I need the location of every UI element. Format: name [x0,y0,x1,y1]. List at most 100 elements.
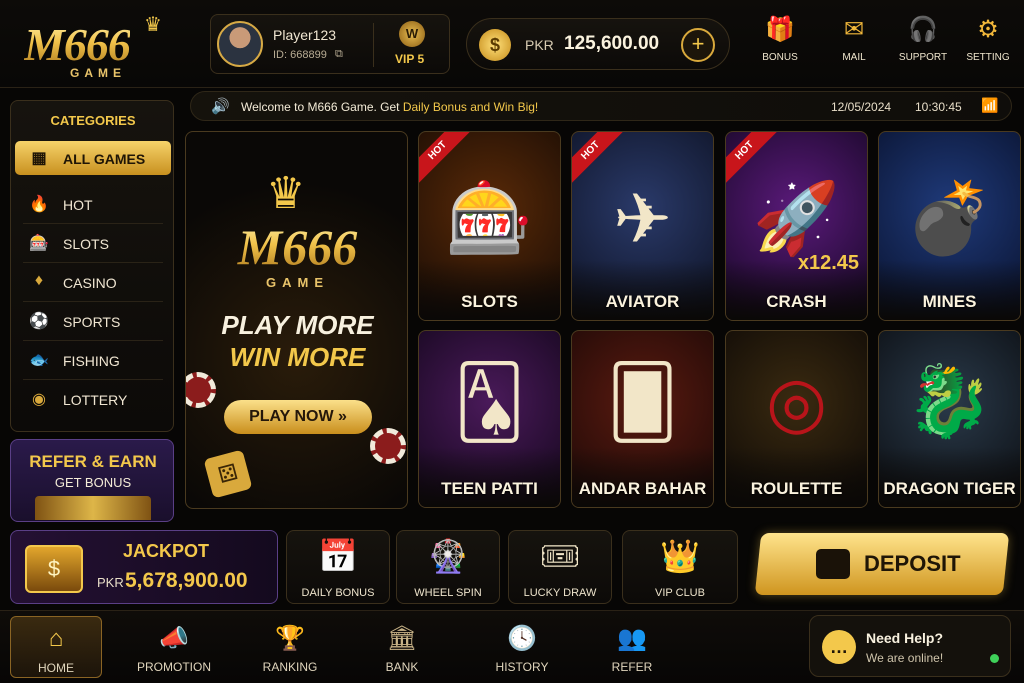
nav-home[interactable]: ⌂ HOME [10,616,102,678]
casino-chip-icon [186,372,216,408]
jackpot-title: JACKPOT [123,541,210,561]
setting-button[interactable]: ⚙ SETTING [958,14,1018,74]
divider [23,223,163,224]
brand-logo[interactable]: ♛ M666 GAME [18,10,188,80]
treasure-icon [35,496,151,520]
deposit-button[interactable]: DEPOSIT [754,533,1010,595]
game-title: DRAGON TIGER [883,479,1016,498]
game-tile-teen-patti[interactable]: 🂡 TEEN PATTI [418,330,561,508]
vip-level[interactable]: VIP 5 [395,52,424,66]
treasure-chest-icon: $ [25,545,83,593]
playing-cards-icon: 🂡 [453,363,526,441]
bonus-label: BONUS [762,52,798,63]
slot-machine-icon: 🎰 [445,179,534,257]
logo-subtext: GAME [70,66,126,80]
sidebar-item-label: CASINO [63,275,117,291]
sidebar-item-label: SLOTS [63,236,109,252]
game-tile-dragon-tiger[interactable]: 🐉 DRAGON TIGER [878,330,1021,508]
flame-icon: 🔥 [29,196,49,213]
football-icon: ⚽ [29,313,49,330]
crown-icon: ♛ [144,14,162,36]
bottom-navigation: ⌂ HOME 📣 PROMOTION 🏆 RANKING 🏛 BANK 🕓 HI… [0,610,1024,683]
card-backs-icon: 🂠 [606,363,679,441]
fish-icon: 🐟 [29,352,49,369]
lottery-ball-icon: ◉ [32,391,46,408]
jackpot-amount: 5,678,900.00 [125,569,248,592]
bonus-button[interactable]: 🎁 BONUS [750,14,810,74]
airplane-icon: ✈ [613,180,672,258]
nav-label: BANK [385,660,419,674]
game-tile-aviator[interactable]: ✈ HOT AVIATOR [571,131,714,321]
wheel-spin-button[interactable]: 🎡 WHEEL SPIN [396,530,500,604]
help-title: Need Help? [866,630,944,646]
nav-promotion[interactable]: 📣 PROMOTION [128,616,220,678]
vip-club-button[interactable]: 👑 VIP CLUB [622,530,738,604]
coin-icon: $ [479,29,511,61]
game-tile-slots[interactable]: 🎰 HOT SLOTS [418,131,561,321]
crash-multiplier: x12.45 [797,252,859,274]
daily-bonus-button[interactable]: 📅 DAILY BONUS [286,530,390,604]
balance-display: $ PKR 125,600.00 + [466,18,730,70]
roulette-wheel-icon: ◎ [765,363,828,441]
mail-button[interactable]: ✉ MAIL [824,14,884,74]
chat-bubble-icon: … [822,630,856,664]
vip-badge-icon: W [399,21,425,47]
live-chat-help[interactable]: … Need Help? We are online! [809,615,1011,677]
history-clock-icon: 🕓 [507,625,537,652]
crown-icon: ♛ [266,169,306,218]
announcement-ticker: 🔊 Welcome to M666 Game. Get Daily Bonus … [190,91,1012,121]
avatar[interactable] [217,21,263,67]
help-status: We are online! [866,651,944,665]
support-button[interactable]: 🎧 SUPPORT [893,14,953,74]
game-tile-mines[interactable]: 💣 MINES [878,131,1021,321]
sidebar-item-slots[interactable]: 🎰 SLOTS [15,226,171,260]
sidebar-item-all-games[interactable]: ▦ ALL GAMES [15,141,171,175]
rocket-icon: 🚀 [752,179,841,257]
refer-earn-card[interactable]: REFER & EARN GET BONUS [10,439,174,522]
nav-history[interactable]: 🕓 HISTORY [476,616,568,678]
user-profile-card[interactable]: Player123 ID: 668899 ⧉ W VIP 5 [210,14,450,74]
promo-banner[interactable]: ♛ M666 GAME PLAY MORE WIN MORE PLAY NOW … [185,131,408,509]
jackpot-currency: PKR [97,575,124,590]
game-tile-roulette[interactable]: ◎ ROULETTE [725,330,868,508]
add-funds-button[interactable]: + [681,28,715,62]
sidebar-item-casino[interactable]: ♦ CASINO [15,265,171,299]
logo-text: M666 [24,19,131,70]
nav-label: HOME [38,661,74,675]
support-label: SUPPORT [898,52,948,63]
ticker-highlight: Daily Bonus and Win Big! [402,100,539,114]
ticket-icon: 🎟 [539,538,581,574]
setting-label: SETTING [966,52,1010,63]
wifi-icon: 📶 [981,97,999,113]
nav-refer[interactable]: 👥 REFER [586,616,678,678]
copy-icon[interactable]: ⧉ [335,48,343,61]
nav-ranking[interactable]: 🏆 RANKING [244,616,336,678]
current-time: 10:30:45 [915,100,962,114]
quick-action-label: DAILY BONUS [301,587,375,599]
sidebar-item-hot[interactable]: 🔥 HOT [15,187,171,221]
banner-headline-1: PLAY MORE [221,310,374,340]
game-tile-crash[interactable]: 🚀 HOT x12.45 CRASH [725,131,868,321]
grid-icon: ▦ [31,150,47,167]
sidebar-item-fishing[interactable]: 🐟 FISHING [15,343,171,377]
play-now-button[interactable]: PLAY NOW » [224,400,372,434]
sidebar-title: CATEGORIES [50,113,136,128]
slot-machine-icon: 🎰 [29,235,49,252]
game-title: ANDAR BAHAR [578,479,707,498]
ticker-message: Welcome to M666 Game. Get Daily Bonus an… [241,100,538,114]
lucky-draw-button[interactable]: 🎟 LUCKY DRAW [508,530,612,604]
nav-bank[interactable]: 🏛 BANK [356,616,448,678]
banner-headline-2: WIN MORE [229,342,366,372]
sidebar-item-sports[interactable]: ⚽ SPORTS [15,304,171,338]
users-icon: 👥 [617,625,647,652]
dragon-tiger-icon: 🐉 [905,362,994,440]
megaphone-icon: 📣 [159,625,189,652]
ticker-text: Welcome to M666 Game. Get [241,100,403,114]
sidebar-item-lottery[interactable]: ◉ LOTTERY [15,382,171,416]
jackpot-panel[interactable]: $ JACKPOT PKR 5,678,900.00 [10,530,278,604]
calendar-gift-icon: 📅 [318,538,358,574]
divider [373,23,374,67]
quick-action-label: VIP CLUB [655,587,705,599]
game-tile-andar-bahar[interactable]: 🂠 ANDAR BAHAR [571,330,714,508]
divider [23,301,163,302]
